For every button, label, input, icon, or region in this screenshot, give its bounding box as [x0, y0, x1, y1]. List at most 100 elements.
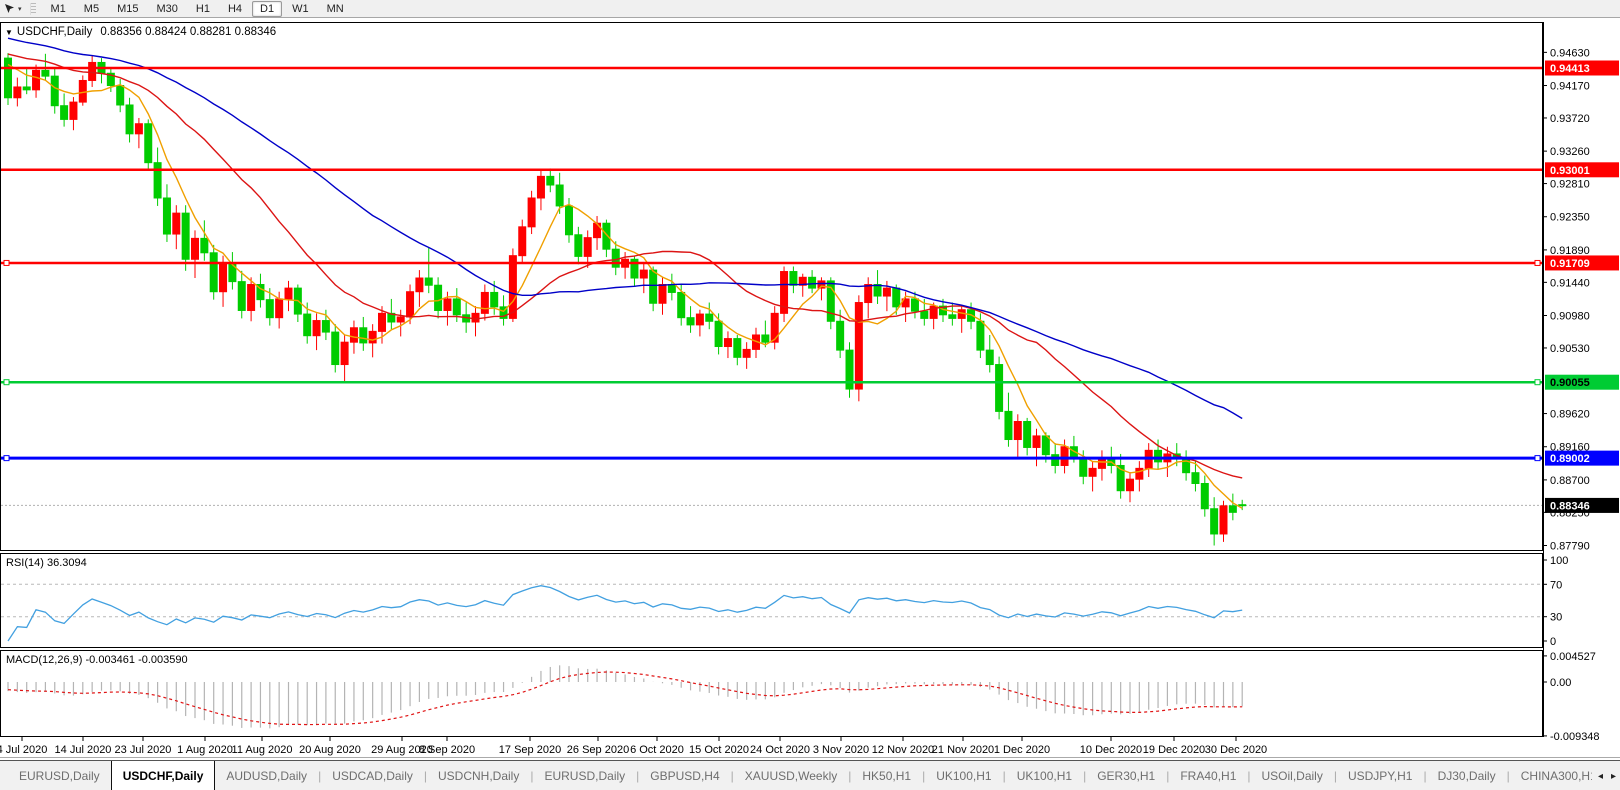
- macd-indicator-name: MACD(12,26,9): [6, 654, 82, 666]
- candle: [145, 119, 152, 169]
- hline-price-label: 0.90055: [1545, 375, 1619, 390]
- candle: [855, 295, 862, 401]
- candle: [781, 266, 788, 322]
- chart-tab-usoil-daily[interactable]: USOil,Daily: [1251, 761, 1334, 790]
- tabs-scroll-left-icon[interactable]: ◂: [1598, 771, 1603, 782]
- price-tick-label: 0.88700: [1550, 475, 1590, 487]
- rsi-pane-label: RSI(14) 36.3094: [6, 557, 87, 569]
- svg-text:0.94413: 0.94413: [1550, 63, 1590, 75]
- chart-ohlc-values: 0.88356 0.88424 0.88281 0.88346: [100, 26, 276, 38]
- date-tick-label: 19 Dec 2020: [1143, 744, 1205, 756]
- date-tick-label: 20 Aug 2020: [299, 744, 361, 756]
- chart-tab-usdjpy-h1[interactable]: USDJPY,H1: [1337, 761, 1423, 790]
- hline-handle[interactable]: [1535, 456, 1540, 461]
- svg-text:0.91709: 0.91709: [1550, 258, 1590, 270]
- candle: [846, 342, 853, 398]
- price-tick-label: 0.87790: [1550, 541, 1590, 553]
- macd-signal-value: -0.003590: [138, 654, 188, 666]
- svg-text:0.90055: 0.90055: [1550, 377, 1590, 389]
- rsi-tick-label: 0: [1550, 636, 1556, 648]
- price-tick-label: 0.90530: [1550, 343, 1590, 355]
- date-axis[interactable]: 4 Jul 2020 14 Jul 202023 Jul 2020 1 Aug 20…: [0, 737, 1267, 756]
- date-tick-label: 21 Nov 2020: [932, 744, 994, 756]
- price-tick-label: 0.92350: [1550, 212, 1590, 224]
- date-tick-label: 17 Sep 2020: [499, 744, 561, 756]
- date-tick-label: 26 Sep 2020: [567, 744, 629, 756]
- price-tick-label: 0.93260: [1550, 146, 1590, 158]
- date-tick-label: 14 Jul 2020: [55, 744, 112, 756]
- date-tick-label: 12 Nov 2020: [872, 744, 934, 756]
- chart-canvas[interactable]: 0.94630 0.94170 0.93720 0.93260 0.92810 0.923…: [0, 0, 1620, 790]
- date-tick-label: 1 Dec 2020: [994, 744, 1050, 756]
- svg-text:0.89002: 0.89002: [1550, 453, 1590, 465]
- chart-collapse-icon[interactable]: ▼: [5, 28, 13, 37]
- macd-pane-label: MACD(12,26,9) -0.003461 -0.003590: [6, 654, 188, 666]
- chart-tab-fra40-h1[interactable]: FRA40,H1: [1169, 761, 1247, 790]
- rsi-indicator-value: 36.3094: [47, 557, 87, 569]
- main-chart-pane[interactable]: [1, 23, 1543, 551]
- rsi-pane[interactable]: [1, 554, 1543, 648]
- candle: [827, 277, 834, 329]
- date-tick-label: 24 Oct 2020: [750, 744, 810, 756]
- macd-tick-label: -0.009348: [1550, 731, 1600, 743]
- price-tick-label: 0.92810: [1550, 179, 1590, 191]
- chart-tab-dj30-daily[interactable]: DJ30,Daily: [1427, 761, 1507, 790]
- chart-tab-uk100-h1[interactable]: UK100,H1: [1006, 761, 1083, 790]
- chart-tab-gbpusd-h4[interactable]: GBPUSD,H4: [639, 761, 730, 790]
- hline-price-label: 0.94413: [1545, 61, 1619, 76]
- price-tick-label: 0.89620: [1550, 409, 1590, 421]
- candle: [996, 357, 1003, 420]
- macd-tick-label: 0.004527: [1550, 651, 1596, 663]
- chart-title: ▼ USDCHF,Daily 0.88356 0.88424 0.88281 0…: [5, 26, 276, 38]
- chart-tab-usdcad-daily[interactable]: USDCAD,Daily: [321, 761, 424, 790]
- terminal-window: ▾ M1M5M15M30H1H4D1W1MN 0.946300.941700.9…: [0, 0, 1620, 790]
- hline-price-label: 0.93001: [1545, 162, 1619, 177]
- hline-handle[interactable]: [4, 456, 9, 461]
- date-tick-label: 30 Dec 2020: [1205, 744, 1267, 756]
- price-tick-label: 0.94170: [1550, 81, 1590, 93]
- chart-tab-usdcnh-daily[interactable]: USDCNH,Daily: [427, 761, 530, 790]
- current-price-label: 0.88346: [1545, 498, 1619, 513]
- chart-tab-ger30-h1[interactable]: GER30,H1: [1086, 761, 1166, 790]
- chart-tab-uk100-h1[interactable]: UK100,H1: [925, 761, 1002, 790]
- hline-price-label: 0.91709: [1545, 255, 1619, 270]
- date-tick-label: 1 Aug 2020: [177, 744, 233, 756]
- chart-tab-hk50-h1[interactable]: HK50,H1: [851, 761, 922, 790]
- chart-tab-eurusd-daily[interactable]: EURUSD,Daily: [8, 761, 111, 790]
- chart-symbol-label: USDCHF,Daily: [17, 26, 92, 38]
- price-tick-label: 0.94630: [1550, 47, 1590, 59]
- chart-tab-usdchf-daily[interactable]: USDCHF,Daily: [111, 761, 216, 790]
- chart-tab-eurusd-daily[interactable]: EURUSD,Daily: [533, 761, 636, 790]
- chart-tab-xauusd-weekly[interactable]: XAUUSD,Weekly: [734, 761, 848, 790]
- date-tick-label: 15 Oct 2020: [689, 744, 749, 756]
- macd-tick-label: 0.00: [1550, 677, 1571, 689]
- rsi-tick-label: 70: [1550, 579, 1562, 591]
- hline-handle[interactable]: [1535, 260, 1540, 265]
- date-tick-label: 10 Dec 2020: [1080, 744, 1142, 756]
- chart-tabbar: EURUSD,DailyUSDCHF,DailyAUDUSD,Daily|USD…: [0, 760, 1620, 790]
- hline-handle[interactable]: [1535, 380, 1540, 385]
- date-tick-label: 6 Oct 2020: [630, 744, 684, 756]
- date-tick-label: 11 Aug 2020: [232, 744, 293, 756]
- date-tick-label: 23 Jul 2020: [115, 744, 172, 756]
- price-tick-label: 0.91440: [1550, 277, 1590, 289]
- macd-main-value: -0.003461: [85, 654, 135, 666]
- hline-price-label: 0.89002: [1545, 451, 1619, 466]
- price-tick-label: 0.93720: [1550, 113, 1590, 125]
- svg-text:0.88346: 0.88346: [1550, 500, 1590, 512]
- hline-handle[interactable]: [4, 260, 9, 265]
- tabs-scroll-right-icon[interactable]: ▸: [1611, 771, 1616, 782]
- price-tick-label: 0.91890: [1550, 245, 1590, 257]
- date-tick-label: 4 Jul 2020: [0, 744, 47, 756]
- rsi-tick-label: 100: [1550, 555, 1568, 567]
- chart-tab-audusd-daily[interactable]: AUDUSD,Daily: [215, 761, 318, 790]
- candle: [5, 53, 12, 105]
- price-tick-label: 0.90980: [1550, 311, 1590, 323]
- date-tick-label: 3 Nov 2020: [813, 744, 869, 756]
- candle: [210, 245, 217, 300]
- rsi-tick-label: 30: [1550, 612, 1562, 624]
- date-tick-label: 8 Sep 2020: [419, 744, 475, 756]
- rsi-indicator-name: RSI(14): [6, 557, 44, 569]
- svg-text:0.93001: 0.93001: [1550, 165, 1590, 177]
- hline-handle[interactable]: [4, 380, 9, 385]
